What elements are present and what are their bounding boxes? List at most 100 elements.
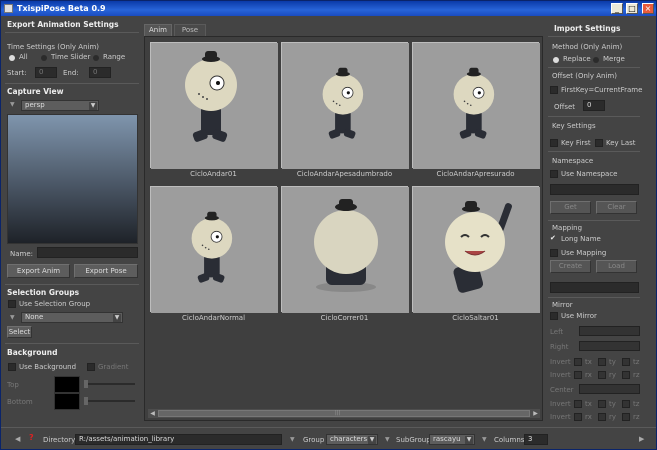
tile-label: CicloAndar01 (190, 170, 237, 178)
use-mirror-label: Use Mirror (561, 312, 597, 320)
radio-all[interactable] (9, 55, 15, 61)
top-slider-handle[interactable] (84, 380, 88, 388)
help-icon[interactable]: ? (29, 433, 34, 442)
horizontal-scrollbar[interactable]: ◀ ||| ▶ (148, 409, 540, 418)
use-selection-group-checkbox[interactable] (8, 300, 16, 308)
invert-rz-checkbox[interactable] (622, 413, 630, 421)
group-label: Group (303, 436, 325, 444)
minimize-button[interactable]: _ (611, 3, 623, 14)
use-namespace-checkbox[interactable] (550, 170, 558, 178)
library-tile[interactable] (281, 42, 409, 169)
tab-anim[interactable]: Anim (144, 24, 172, 36)
title-bar[interactable]: TxispiPose Beta 0.9 (1, 1, 656, 16)
radio-replace[interactable] (553, 57, 559, 63)
pose-preview-image (282, 187, 409, 313)
pose-preview-image (282, 43, 409, 169)
bottom-slider[interactable] (85, 400, 135, 402)
directory-field[interactable]: R:/assets/animation_library (75, 434, 282, 445)
scroll-right-icon[interactable]: ▶ (639, 435, 644, 443)
invert-rz-label: rz (633, 371, 640, 379)
clear-button[interactable]: Clear (596, 201, 637, 214)
use-mirror-checkbox[interactable] (550, 312, 558, 320)
firstkey-checkbox[interactable] (550, 86, 558, 94)
columns-field[interactable]: 3 (524, 434, 548, 445)
library-tile[interactable] (412, 42, 540, 169)
create-button[interactable]: Create (550, 260, 591, 273)
capture-header: Capture View (7, 87, 64, 96)
invert-rx-checkbox[interactable] (574, 413, 582, 421)
invert-tz-checkbox[interactable] (622, 400, 630, 408)
mirror-label: Mirror (552, 301, 573, 309)
center-field[interactable] (579, 384, 640, 394)
app-icon (4, 4, 13, 13)
chevron-down-icon: ▼ (368, 436, 376, 444)
subgroup-dropdown[interactable]: rascayu ▼ (429, 434, 475, 445)
radio-range[interactable] (93, 55, 99, 61)
invert-rz-checkbox[interactable] (622, 371, 630, 379)
bottom-color-swatch[interactable] (54, 393, 80, 410)
radio-range-label: Range (103, 53, 126, 61)
offset-field[interactable]: 0 (583, 100, 605, 111)
right-field[interactable] (579, 341, 640, 351)
subgroup-label: SubGroup (396, 436, 431, 444)
group-arrow-icon: ▼ (290, 436, 295, 443)
invert-ry-label: ry (609, 413, 617, 421)
gradient-checkbox[interactable] (87, 363, 95, 371)
invert-tx-checkbox[interactable] (574, 400, 582, 408)
camera-dropdown[interactable]: persp ▼ (21, 100, 99, 111)
load-button[interactable]: Load (596, 260, 637, 273)
maximize-button[interactable]: □ (626, 3, 638, 14)
columns-label: Columns (494, 436, 525, 444)
key-first-checkbox[interactable] (550, 139, 558, 147)
get-button[interactable]: Get (550, 201, 591, 214)
namespace-field[interactable] (550, 184, 639, 195)
radio-time-slider[interactable] (41, 55, 47, 61)
divider (5, 32, 139, 33)
gradient-label: Gradient (98, 363, 129, 371)
invert-ty-checkbox[interactable] (598, 358, 606, 366)
invert-rx-label: rx (585, 371, 592, 379)
invert-ry-checkbox[interactable] (598, 371, 606, 379)
scroll-left-icon[interactable]: ◀ (148, 409, 157, 418)
invert-label: Invert (550, 413, 571, 421)
invert-rx-checkbox[interactable] (574, 371, 582, 379)
radio-merge[interactable] (593, 57, 599, 63)
library-tile[interactable] (281, 186, 409, 313)
invert-tx-checkbox[interactable] (574, 358, 582, 366)
use-background-checkbox[interactable] (8, 363, 16, 371)
key-last-checkbox[interactable] (595, 139, 603, 147)
close-button[interactable]: × (642, 3, 654, 14)
scroll-left-icon[interactable]: ◀ (15, 435, 20, 443)
export-pose-button[interactable]: Export Pose (74, 264, 138, 278)
end-field[interactable]: 0 (89, 67, 111, 78)
mapping-field[interactable] (550, 282, 639, 293)
library-tile[interactable] (150, 186, 278, 313)
use-mapping-checkbox[interactable] (550, 249, 558, 257)
divider (548, 36, 640, 37)
name-field[interactable] (37, 247, 138, 258)
invert-ty-label: ty (609, 400, 616, 408)
library-tile[interactable] (150, 42, 278, 169)
select-button[interactable]: Select (7, 326, 32, 338)
export-anim-button[interactable]: Export Anim (7, 264, 70, 278)
top-slider[interactable] (85, 383, 135, 385)
scroll-right-icon[interactable]: ▶ (531, 409, 540, 418)
divider (5, 83, 139, 84)
invert-tz-checkbox[interactable] (622, 358, 630, 366)
long-name-check-icon[interactable]: ✔ (550, 234, 556, 242)
bottom-slider-handle[interactable] (84, 397, 88, 405)
start-field[interactable]: 0 (35, 67, 57, 78)
top-color-swatch[interactable] (54, 376, 80, 393)
bottom-label: Bottom (7, 398, 33, 406)
invert-ry-checkbox[interactable] (598, 413, 606, 421)
left-field[interactable] (579, 326, 640, 336)
selection-group-dropdown[interactable]: None ▼ (21, 312, 123, 323)
capture-viewport[interactable] (7, 114, 138, 244)
name-label: Name: (10, 250, 34, 258)
key-last-label: Key Last (606, 139, 636, 147)
library-tile[interactable] (412, 186, 540, 313)
group-dropdown[interactable]: characters ▼ (326, 434, 378, 445)
time-settings-label: Time Settings (Only Anim) (7, 43, 100, 51)
tab-pose[interactable]: Pose (174, 24, 206, 36)
invert-ty-checkbox[interactable] (598, 400, 606, 408)
